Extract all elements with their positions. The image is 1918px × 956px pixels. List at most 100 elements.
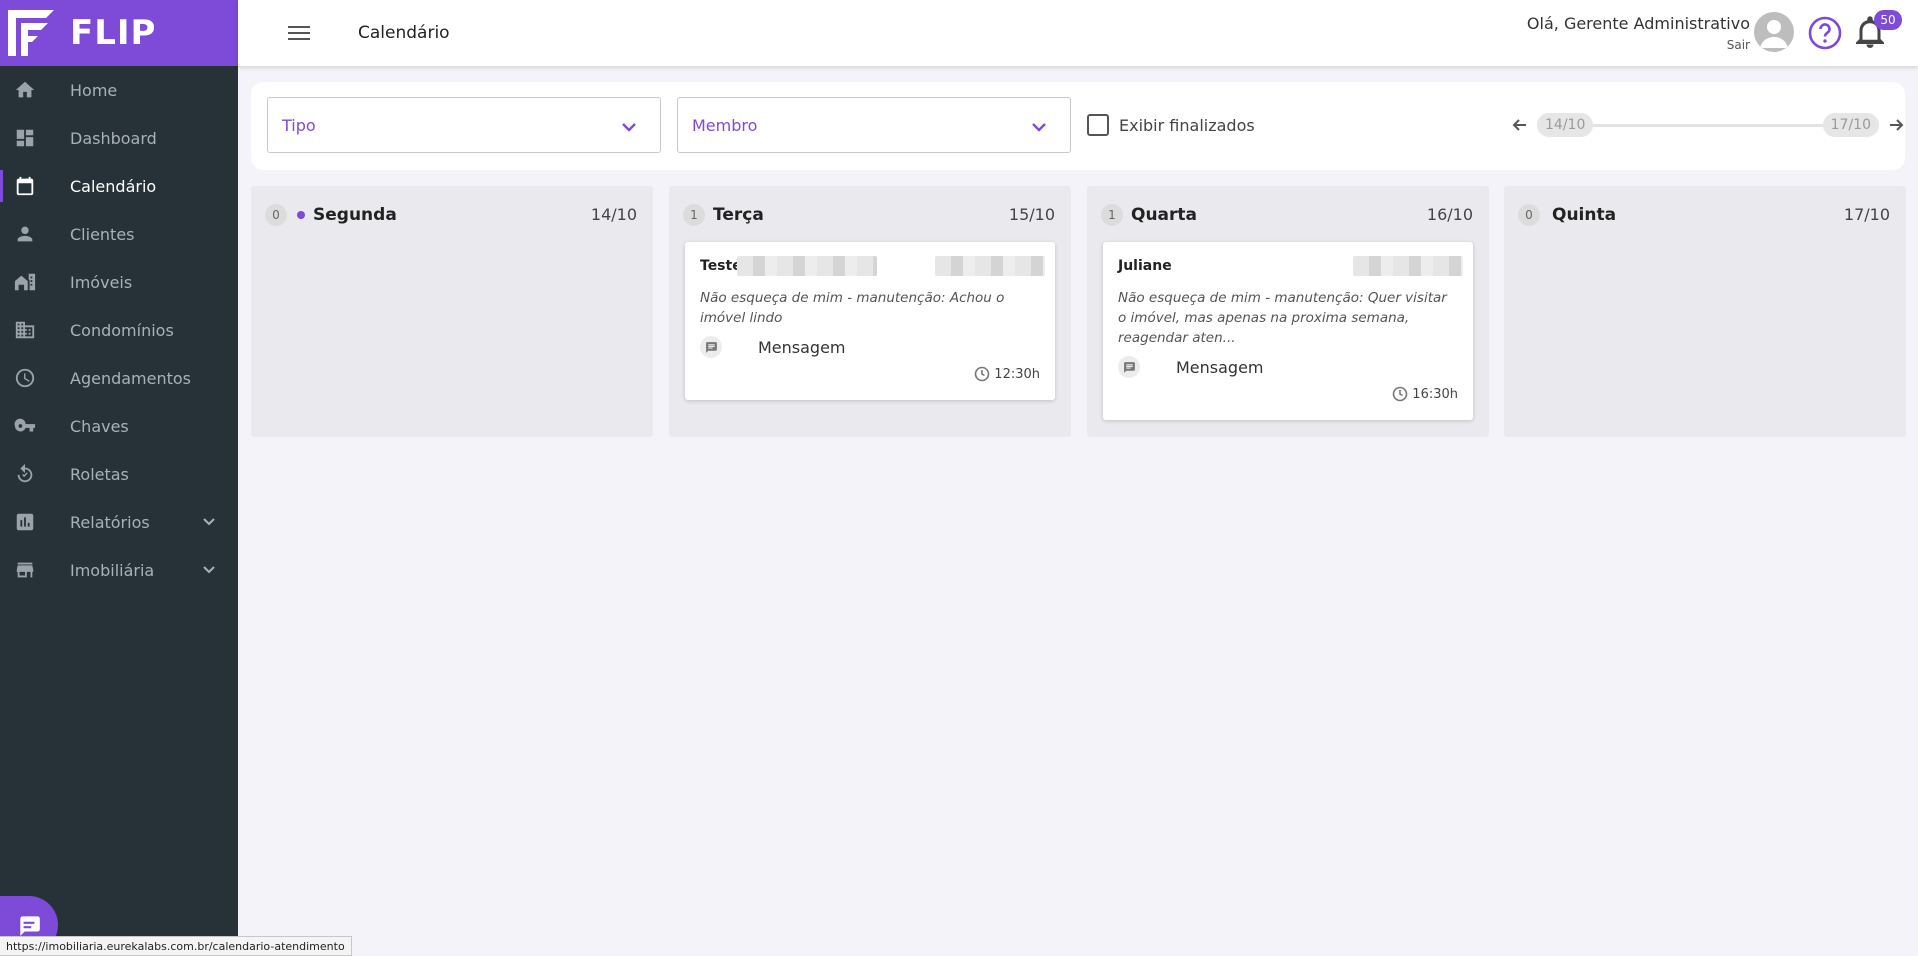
day-date: 14/10 <box>590 205 637 224</box>
chat-icon <box>20 916 40 936</box>
show-finished-checkbox[interactable] <box>1087 114 1109 136</box>
event-card-time: 12:30h <box>974 366 1040 382</box>
dashboard-icon <box>14 127 36 149</box>
house-icon <box>14 271 36 293</box>
event-card[interactable]: Juliane Não esqueça de mim - manutenção:… <box>1103 242 1473 420</box>
sidebar-item-imoveis[interactable]: Imóveis <box>0 258 238 306</box>
day-column-quarta: 1 Quarta 16/10 Juliane Não esqueça de mi… <box>1087 186 1489 437</box>
today-indicator <box>297 211 305 219</box>
range-track[interactable] <box>1581 124 1835 127</box>
calendar-icon <box>14 175 36 197</box>
event-card-type: Mensagem <box>700 336 846 358</box>
sidebar-item-label: Calendário <box>70 176 157 196</box>
tipo-select-value: Tipo <box>282 116 316 135</box>
event-count-chip: 0 <box>1518 204 1540 226</box>
membro-select[interactable]: Membro <box>677 97 1071 153</box>
sidebar-item-home[interactable]: Home <box>0 66 238 114</box>
day-column-segunda: 0 Segunda 14/10 <box>251 186 653 437</box>
redacted-text <box>935 256 1045 276</box>
day-column-header: 0 Segunda 14/10 <box>265 202 639 228</box>
flip-logo-icon <box>8 10 54 56</box>
tipo-select[interactable]: Tipo <box>267 97 661 153</box>
rotate-icon <box>14 463 36 485</box>
brand-bar[interactable]: FLIP <box>0 0 238 66</box>
home-icon <box>14 79 36 101</box>
day-column-header: 0 Quinta 17/10 <box>1518 202 1892 228</box>
notification-count-badge: 50 <box>1874 10 1902 30</box>
filter-bar: Tipo Membro Exibir finalizados 14/10 17/… <box>251 82 1905 170</box>
redacted-text <box>737 256 877 276</box>
sidebar-item-label: Clientes <box>70 224 135 244</box>
sidebar-item-imobiliaria[interactable]: Imobiliária <box>0 546 238 594</box>
message-icon <box>700 336 722 358</box>
day-date: 16/10 <box>1426 205 1473 224</box>
range-start-chip[interactable]: 14/10 <box>1537 113 1594 137</box>
sidebar-item-label: Imóveis <box>70 272 133 292</box>
store-icon <box>14 559 36 581</box>
sidebar-item-roletas[interactable]: Roletas <box>0 450 238 498</box>
clock-icon <box>974 366 990 382</box>
chevron-down-icon <box>202 514 216 528</box>
chevron-down-icon <box>202 562 216 576</box>
redacted-text <box>1353 256 1463 276</box>
day-column-header: 1 Quarta 16/10 <box>1101 202 1475 228</box>
sidebar-item-condominios[interactable]: Condomínios <box>0 306 238 354</box>
arrow-right-icon[interactable] <box>1887 116 1905 134</box>
sidebar-item-label: Roletas <box>70 464 129 484</box>
sidebar: FLIP Home Dashboard Calendário Clientes … <box>0 0 238 956</box>
sidebar-item-calendario[interactable]: Calendário <box>0 162 238 210</box>
sidebar-item-relatorios[interactable]: Relatórios <box>0 498 238 546</box>
avatar[interactable] <box>1754 12 1794 52</box>
sidebar-nav: Home Dashboard Calendário Clientes Imóve… <box>0 66 238 594</box>
day-column-quinta: 0 Quinta 17/10 <box>1504 186 1906 437</box>
event-card-description: Não esqueça de mim - manutenção: Achou o… <box>700 290 1005 326</box>
sidebar-item-label: Chaves <box>70 416 129 436</box>
clock-icon <box>14 367 36 389</box>
sidebar-item-label: Agendamentos <box>70 368 192 388</box>
event-card[interactable]: Teste Não esqueça de mim - manutenção: A… <box>685 242 1055 400</box>
message-icon <box>1118 356 1140 378</box>
event-count-chip: 0 <box>265 204 287 226</box>
day-column-header: 1 Terça 15/10 <box>683 202 1057 228</box>
sidebar-item-dashboard[interactable]: Dashboard <box>0 114 238 162</box>
event-card-time-value: 16:30h <box>1412 386 1458 402</box>
person-icon <box>14 223 36 245</box>
sidebar-item-agendamentos[interactable]: Agendamentos <box>0 354 238 402</box>
sidebar-item-label: Imobiliária <box>70 560 155 580</box>
event-count-chip: 1 <box>1101 204 1123 226</box>
show-finished-label[interactable]: Exibir finalizados <box>1119 116 1255 135</box>
date-range-slider: 14/10 17/10 <box>1511 110 1905 140</box>
chevron-down-icon <box>1030 118 1048 136</box>
page-title: Calendário <box>358 23 450 43</box>
day-name: Quarta <box>1131 205 1198 225</box>
user-greeting: Olá, Gerente Administrativo <box>1526 14 1750 33</box>
brand-name: FLIP <box>70 13 157 53</box>
sidebar-item-label: Relatórios <box>70 512 150 532</box>
help-icon[interactable] <box>1808 16 1842 50</box>
chevron-down-icon <box>620 118 638 136</box>
top-bar: Calendário Olá, Gerente Administrativo S… <box>238 0 1918 66</box>
day-name: Segunda <box>313 205 397 225</box>
membro-select-value: Membro <box>692 116 758 135</box>
sidebar-item-label: Home <box>70 80 118 100</box>
sidebar-item-chaves[interactable]: Chaves <box>0 402 238 450</box>
key-icon <box>14 415 36 437</box>
event-card-type-label: Mensagem <box>758 337 846 357</box>
event-count-chip: 1 <box>683 204 705 226</box>
event-card-time: 16:30h <box>1392 386 1458 402</box>
range-end-chip[interactable]: 17/10 <box>1822 113 1879 137</box>
event-card-type-label: Mensagem <box>1176 357 1264 377</box>
event-card-title: Juliane <box>1118 258 1172 274</box>
menu-toggle-icon[interactable] <box>288 22 310 44</box>
sidebar-item-label: Condomínios <box>70 320 174 340</box>
sidebar-item-clientes[interactable]: Clientes <box>0 210 238 258</box>
bar-chart-icon <box>14 511 36 533</box>
arrow-left-icon[interactable] <box>1511 116 1529 134</box>
logout-link[interactable]: Sair <box>1727 38 1750 52</box>
day-name: Terça <box>713 205 764 225</box>
sidebar-item-label: Dashboard <box>70 128 157 148</box>
event-card-type: Mensagem <box>1118 356 1264 378</box>
day-name: Quinta <box>1552 205 1617 225</box>
day-column-terca: 1 Terça 15/10 Teste Não esqueça de mim -… <box>669 186 1071 437</box>
user-avatar-icon <box>1760 20 1788 48</box>
